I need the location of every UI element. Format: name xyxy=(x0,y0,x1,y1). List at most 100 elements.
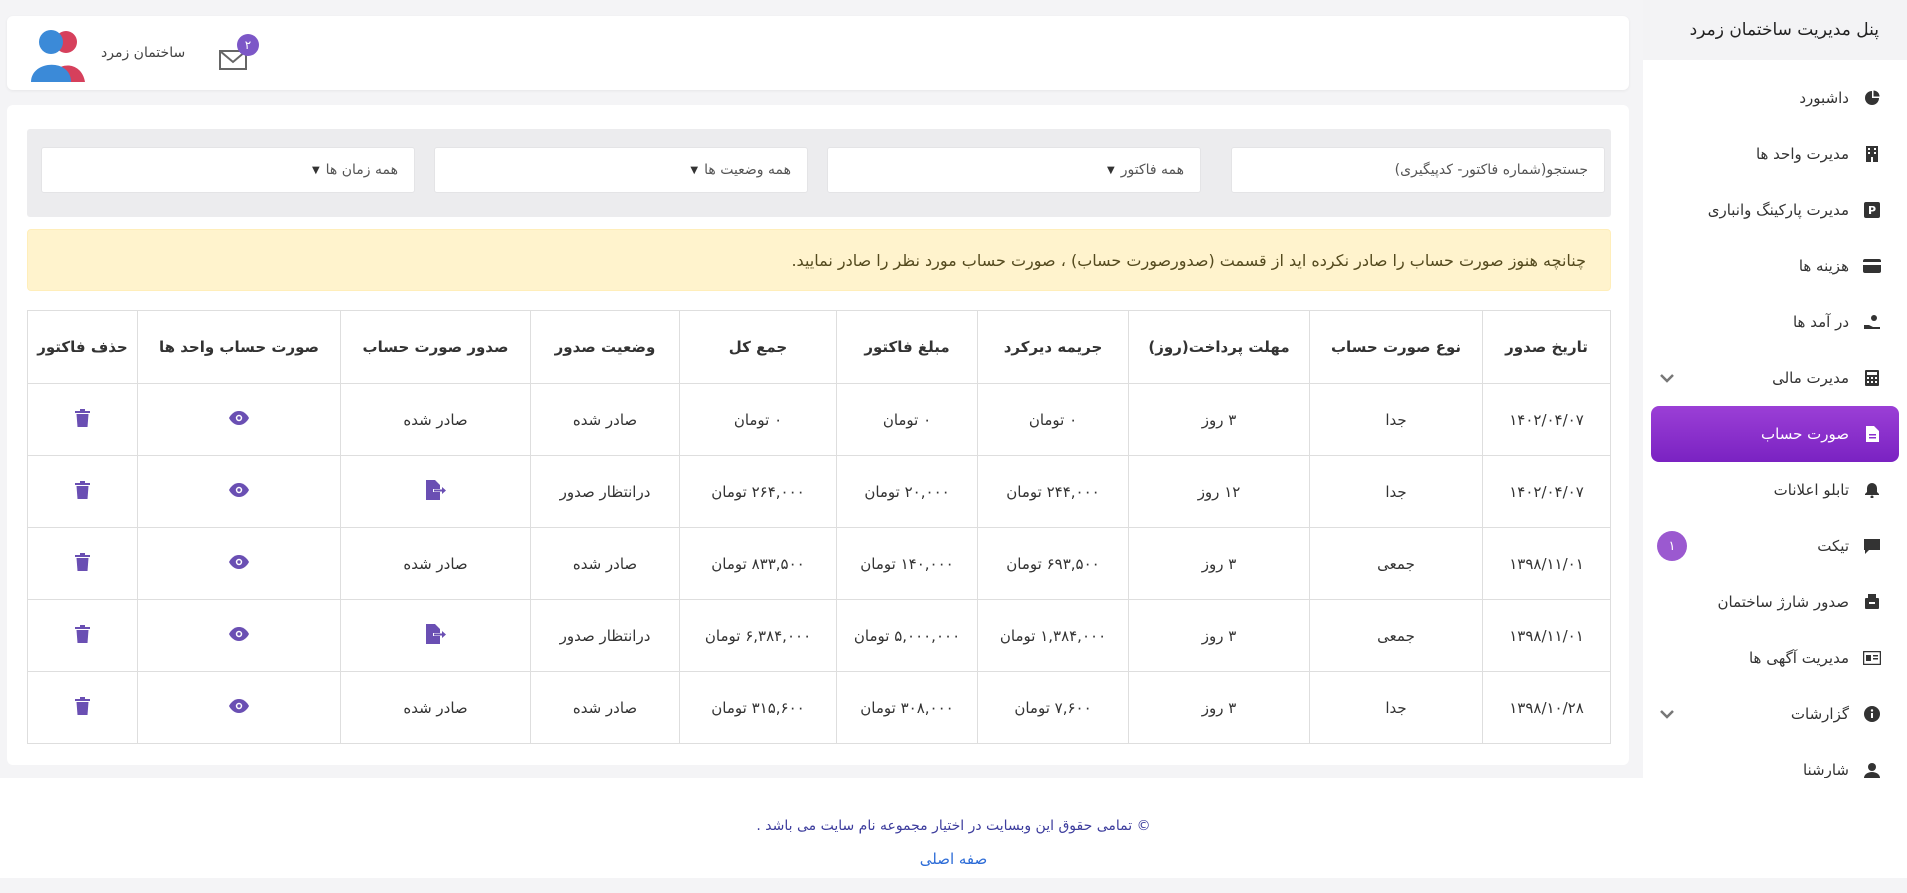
trash-icon[interactable] xyxy=(75,480,90,503)
table-row: ۱۴۰۲/۰۴/۰۷ جدا ۱۲ روز ۲۴۴,۰۰۰ تومان ۲۰,۰۰۰ ت… xyxy=(27,455,1611,528)
alert-text: چنانچه هنوز صورت حساب را صادر نکرده اید … xyxy=(791,250,1586,270)
eye-icon[interactable] xyxy=(229,698,249,717)
sidebar-title: پنل مدیریت ساختمان زمرد xyxy=(1643,0,1907,60)
chevron-down-icon[interactable] xyxy=(1657,709,1677,719)
avatar xyxy=(31,30,85,82)
cell-issue-date: ۱۴۰۲/۰۴/۰۷ xyxy=(1482,383,1611,456)
sidebar-item-profile[interactable]: شارشنا xyxy=(1643,742,1907,778)
table-row: ۱۴۰۲/۰۴/۰۷ جدا ۳ روز ۰ تومان ۰ تومان ۰ تومان ص… xyxy=(27,383,1611,456)
trash-icon[interactable] xyxy=(75,552,90,575)
eye-icon[interactable] xyxy=(229,554,249,573)
eye-icon[interactable] xyxy=(229,626,249,645)
user-menu[interactable]: ساختمان زمرد xyxy=(29,24,185,82)
delete-invoice-button[interactable] xyxy=(27,455,138,528)
cell-issue-date: ۱۳۹۸/۱۱/۰۱ xyxy=(1482,599,1611,672)
sidebar-item-label: هزینه ها xyxy=(1798,257,1849,275)
issue-invoice-button[interactable] xyxy=(340,599,531,672)
delete-invoice-button[interactable] xyxy=(27,671,138,744)
file-export-icon[interactable] xyxy=(425,623,446,648)
sidebar-item-invoices[interactable]: صورت حساب xyxy=(1651,406,1899,462)
sidebar-item-units[interactable]: مدیرت واحد ها xyxy=(1643,126,1907,182)
building-icon xyxy=(1861,146,1883,162)
cell-status: درانتظار صدور xyxy=(530,455,680,528)
cell-invoice-type: جدا xyxy=(1309,383,1483,456)
view-unit-invoices-button[interactable] xyxy=(137,455,341,528)
sidebar-item-label: مدیرت واحد ها xyxy=(1755,145,1849,163)
sidebar-item-expenses[interactable]: هزینه ها xyxy=(1643,238,1907,294)
search-input[interactable]: جستجو(شماره فاکتور- کدپیگیری) xyxy=(1231,147,1605,193)
sidebar-item-parking[interactable]: P مدیرت پارکینگ وانباری xyxy=(1643,182,1907,238)
sidebar-item-ads[interactable]: مدیریت آگهی ها xyxy=(1643,630,1907,686)
select-value: همه فاکتور xyxy=(1120,162,1184,178)
issue-invoice-button[interactable] xyxy=(340,455,531,528)
cell-status: صادر شده xyxy=(530,383,680,456)
cell-amount: ۵,۰۰۰,۰۰۰ تومان xyxy=(836,599,978,672)
cell-deadline: ۳ روز xyxy=(1128,527,1310,600)
cell-total: ۰ تومان xyxy=(679,383,837,456)
copyright-text: © تمامی حقوق این وبسایت در اختیار مجموعه… xyxy=(756,818,1151,834)
sidebar-item-tickets[interactable]: تیکت ۱ xyxy=(1643,518,1907,574)
cell-status: صادر شده xyxy=(530,527,680,600)
time-select[interactable]: همه زمان ها ▼ xyxy=(41,147,415,193)
cell-total: ۸۳۳,۵۰۰ تومان xyxy=(679,527,837,600)
trash-icon[interactable] xyxy=(75,408,90,431)
invoice-type-select[interactable]: همه فاکتور ▼ xyxy=(827,147,1201,193)
eye-icon[interactable] xyxy=(229,482,249,501)
sidebar-item-label: صورت حساب xyxy=(1761,425,1849,443)
sidebar-menu: داشبورد مدیرت واحد ها P مدیرت پارکینگ وا… xyxy=(1643,70,1907,778)
box-icon xyxy=(1861,594,1883,610)
select-value: همه زمان ها xyxy=(325,162,398,178)
view-unit-invoices-button[interactable] xyxy=(137,383,341,456)
top-bar: ساختمان زمرد ۲ xyxy=(7,16,1629,90)
caret-down-icon: ▼ xyxy=(1107,164,1115,176)
trash-icon[interactable] xyxy=(75,624,90,647)
sidebar-item-income[interactable]: در آمد ها xyxy=(1643,294,1907,350)
chat-icon xyxy=(1861,538,1883,554)
col-issue: صدور صورت حساب xyxy=(340,310,531,384)
col-penalty: جریمه دیرکرد xyxy=(977,310,1129,384)
delete-invoice-button[interactable] xyxy=(27,599,138,672)
footer: © تمامی حقوق این وبسایت در اختیار مجموعه… xyxy=(0,778,1907,878)
delete-invoice-button[interactable] xyxy=(27,383,138,456)
eye-icon[interactable] xyxy=(229,410,249,429)
view-unit-invoices-button[interactable] xyxy=(137,671,341,744)
cell-amount: ۲۰,۰۰۰ تومان xyxy=(836,455,978,528)
cell-issue-date: ۱۴۰۲/۰۴/۰۷ xyxy=(1482,455,1611,528)
sidebar-item-dashboard[interactable]: داشبورد xyxy=(1643,70,1907,126)
cell-penalty: ۱,۳۸۴,۰۰۰ تومان xyxy=(977,599,1129,672)
view-unit-invoices-button[interactable] xyxy=(137,599,341,672)
cell-issue: صادر شده xyxy=(340,383,531,456)
cell-invoice-type: جدا xyxy=(1309,671,1483,744)
invoices-table: تاریخ صدور نوع صورت حساب مهلت پرداخت(روز… xyxy=(27,310,1611,744)
messages-button[interactable]: ۲ xyxy=(219,34,259,78)
cell-total: ۶,۳۸۴,۰۰۰ تومان xyxy=(679,599,837,672)
info-alert: چنانچه هنوز صورت حساب را صادر نکرده اید … xyxy=(27,229,1611,291)
cell-penalty: ۲۴۴,۰۰۰ تومان xyxy=(977,455,1129,528)
cell-total: ۲۶۴,۰۰۰ تومان xyxy=(679,455,837,528)
credit-card-icon xyxy=(1861,259,1883,273)
delete-invoice-button[interactable] xyxy=(27,527,138,600)
pie-chart-icon xyxy=(1861,90,1883,106)
cell-issue: صادر شده xyxy=(340,527,531,600)
sidebar-item-notices[interactable]: تابلو اعلانات xyxy=(1643,462,1907,518)
table-header-row: تاریخ صدور نوع صورت حساب مهلت پرداخت(روز… xyxy=(27,310,1611,384)
home-link[interactable]: صفه اصلی xyxy=(0,850,1907,868)
col-delete: حذف فاکتور xyxy=(27,310,138,384)
search-placeholder: جستجو(شماره فاکتور- کدپیگیری) xyxy=(1394,162,1588,178)
chevron-down-icon[interactable] xyxy=(1657,373,1677,383)
file-export-icon[interactable] xyxy=(425,479,446,504)
col-invoice-type: نوع صورت حساب xyxy=(1309,310,1483,384)
sidebar-item-label: مدیریت آگهی ها xyxy=(1748,649,1849,667)
status-select[interactable]: همه وضعیت ها ▼ xyxy=(434,147,808,193)
sidebar-item-charges[interactable]: صدور شارژ ساختمان xyxy=(1643,574,1907,630)
sidebar-item-reports[interactable]: گزارشات xyxy=(1643,686,1907,742)
cell-deadline: ۳ روز xyxy=(1128,599,1310,672)
cell-deadline: ۳ روز xyxy=(1128,383,1310,456)
col-deadline: مهلت پرداخت(روز) xyxy=(1128,310,1310,384)
view-unit-invoices-button[interactable] xyxy=(137,527,341,600)
sidebar-item-finance[interactable]: مدیرت مالی xyxy=(1643,350,1907,406)
col-status: وضعیت صدور xyxy=(530,310,680,384)
main-panel: جستجو(شماره فاکتور- کدپیگیری) همه فاکتور… xyxy=(7,105,1629,765)
ticket-count-badge: ۱ xyxy=(1657,531,1687,561)
trash-icon[interactable] xyxy=(75,696,90,719)
